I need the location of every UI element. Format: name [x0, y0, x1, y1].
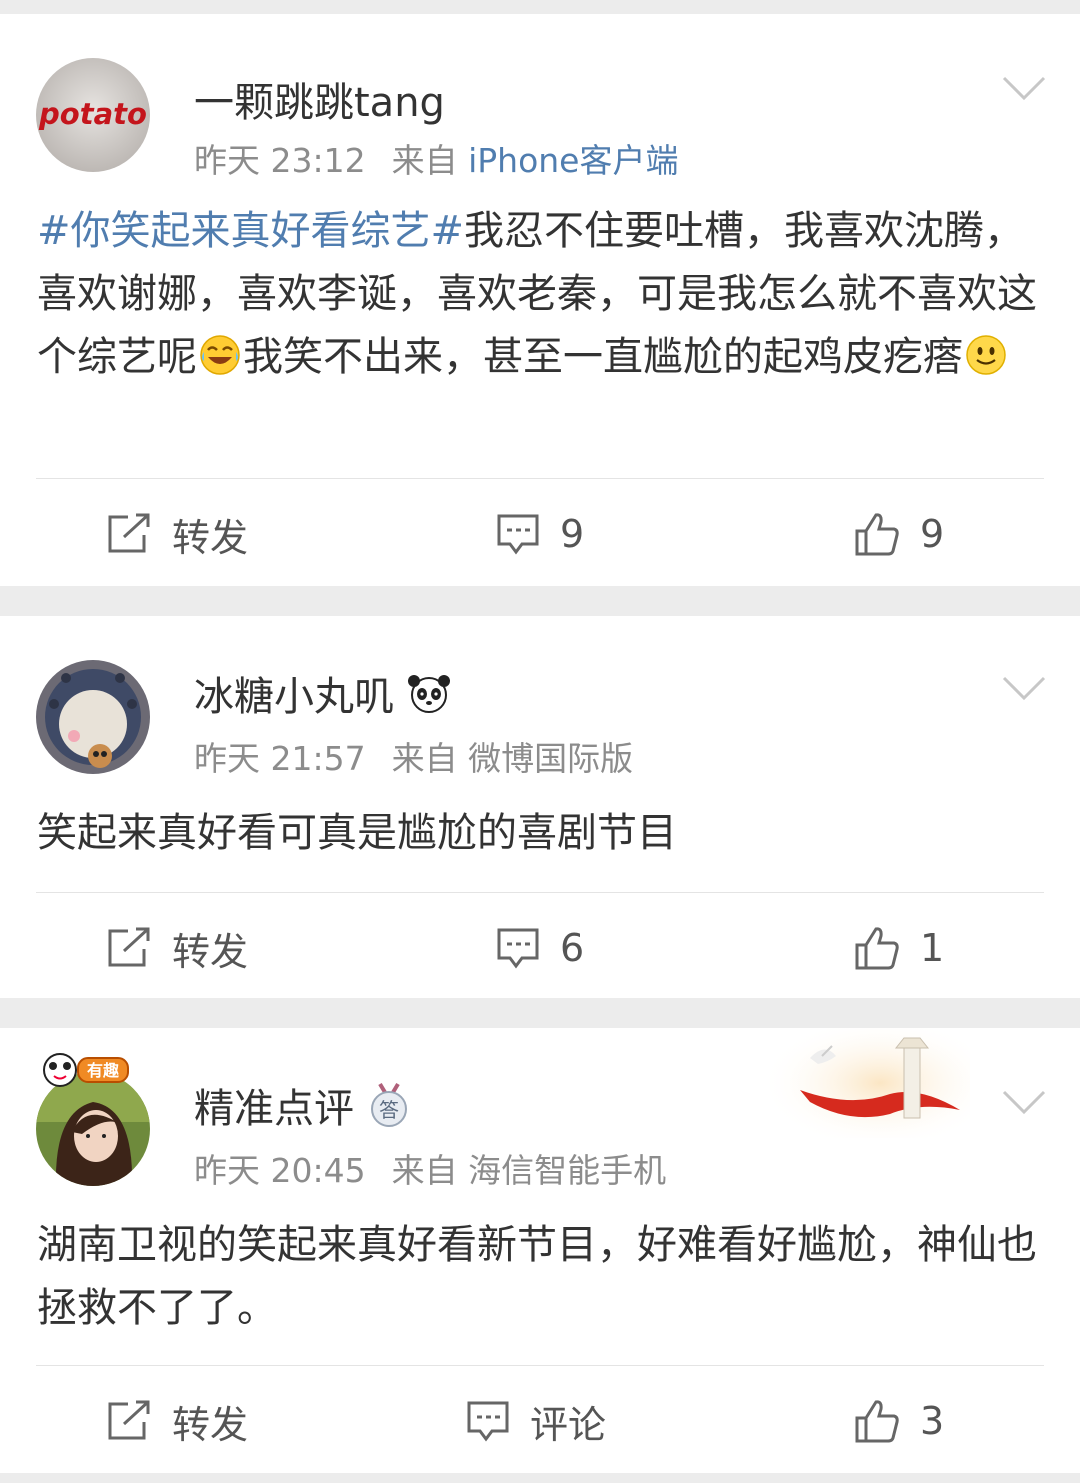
avatar-image: potato	[36, 58, 150, 172]
smile-emoji-icon	[966, 335, 1006, 375]
username[interactable]: 一颗跳跳tang	[194, 70, 445, 128]
divider	[36, 892, 1044, 893]
avatar-badge-label: 有趣	[87, 1061, 120, 1080]
post-time: 昨天 23:12	[194, 141, 366, 180]
divider	[36, 478, 1044, 479]
avatar-logo-text: potato	[38, 97, 147, 131]
laugh-cry-emoji-icon	[200, 335, 240, 375]
like-count: 1	[920, 926, 945, 970]
repost-icon	[108, 1400, 150, 1440]
like-count: 3	[920, 1399, 945, 1443]
avatar-badge-icon: 有趣	[43, 1053, 129, 1087]
action-bar: 转发 评论 3	[0, 1381, 1080, 1461]
like-button[interactable]: 1	[854, 908, 944, 988]
hashtag-link[interactable]: #你笑起来真好看综艺#	[37, 208, 464, 254]
like-button[interactable]: 9	[854, 494, 944, 574]
avatar[interactable]	[36, 660, 150, 774]
divider	[36, 1365, 1044, 1366]
repost-label: 转发	[172, 1402, 249, 1447]
comment-button[interactable]: 评论	[466, 1381, 606, 1461]
card-decoration-image	[770, 1028, 970, 1138]
source-label[interactable]: 微博国际版	[468, 739, 633, 778]
like-button[interactable]: 3	[854, 1381, 944, 1461]
repost-button[interactable]: 转发	[106, 908, 248, 988]
action-bar: 转发 9 9	[0, 494, 1080, 574]
source-link[interactable]: iPhone客户端	[468, 141, 678, 180]
medal-answer-icon: 答	[371, 1082, 407, 1127]
repost-button[interactable]: 转发	[106, 1381, 248, 1461]
comment-icon	[467, 1401, 509, 1442]
post-time: 昨天 21:57	[194, 739, 366, 778]
panda-icon	[408, 675, 450, 713]
post-body: #你笑起来真好看综艺#我忍不住要吐槽，我喜欢沈腾，喜欢谢娜，喜欢李诞，喜欢老秦，…	[37, 200, 1040, 389]
repost-label: 转发	[172, 515, 249, 560]
post-body: 湖南卫视的笑起来真好看新节目，好难看好尴尬，神仙也拯救不了了。	[37, 1214, 1040, 1340]
post-body: 笑起来真好看可真是尴尬的喜剧节目	[37, 802, 1040, 865]
repost-icon	[108, 927, 150, 967]
medal-char: 答	[379, 1098, 399, 1122]
post-text: 笑起来真好看可真是尴尬的喜剧节目	[37, 810, 677, 856]
chevron-down-icon[interactable]	[1002, 76, 1046, 102]
source-label[interactable]: 海信智能手机	[468, 1151, 666, 1190]
username-text[interactable]: 一颗跳跳tang	[194, 70, 445, 128]
comment-button[interactable]: 9	[496, 494, 584, 574]
post-card: 有趣 精准点评 答 昨天 20:45 来自 海信智能手机 湖南卫视的笑起来真好看新…	[0, 1028, 1080, 1473]
comment-icon	[497, 928, 539, 969]
post-time: 昨天 20:45	[194, 1151, 366, 1190]
thumbs-up-icon	[855, 927, 899, 970]
like-count: 9	[920, 512, 945, 556]
username[interactable]: 精准点评 答	[194, 1076, 410, 1134]
repost-button[interactable]: 转发	[106, 494, 248, 574]
repost-icon	[108, 513, 150, 553]
thumbs-up-icon	[855, 513, 899, 556]
source-prefix: 来自	[391, 141, 458, 180]
post-text-continued: 我笑不出来，甚至一直尴尬的起鸡皮疙瘩	[243, 334, 963, 380]
username-text[interactable]: 精准点评	[194, 1076, 354, 1134]
action-bar: 转发 6 1	[0, 908, 1080, 988]
source-prefix: 来自	[391, 1151, 458, 1190]
username-text[interactable]: 冰糖小丸叽	[194, 664, 394, 722]
thumbs-up-icon	[855, 1400, 899, 1443]
source-prefix: 来自	[391, 739, 458, 778]
avatar-image	[36, 660, 150, 774]
weibo-comment-feed: potato 一颗跳跳tang 昨天 23:12 来自 iPhone客户端 #你笑…	[0, 0, 1080, 1483]
chevron-down-icon[interactable]	[1002, 1090, 1046, 1116]
comment-icon	[497, 514, 539, 555]
post-meta: 昨天 23:12 来自 iPhone客户端	[194, 134, 679, 182]
post-card: potato 一颗跳跳tang 昨天 23:12 来自 iPhone客户端 #你笑…	[0, 14, 1080, 586]
username[interactable]: 冰糖小丸叽	[194, 664, 452, 722]
avatar[interactable]: potato	[36, 58, 150, 172]
post-card: 冰糖小丸叽 昨天 21:57 来自 微博国际版 笑起来真好看可真是尴尬的喜剧节目	[0, 616, 1080, 998]
chevron-down-icon[interactable]	[1002, 676, 1046, 702]
comment-button[interactable]: 6	[496, 908, 584, 988]
post-text: 湖南卫视的笑起来真好看新节目，好难看好尴尬，神仙也拯救不了了。	[37, 1222, 1037, 1331]
repost-label: 转发	[172, 929, 249, 974]
post-meta: 昨天 20:45 来自 海信智能手机	[194, 1144, 666, 1192]
comment-count: 9	[560, 512, 585, 556]
comment-label: 评论	[530, 1402, 607, 1447]
comment-count: 6	[560, 926, 585, 970]
post-meta: 昨天 21:57 来自 微博国际版	[194, 732, 633, 780]
